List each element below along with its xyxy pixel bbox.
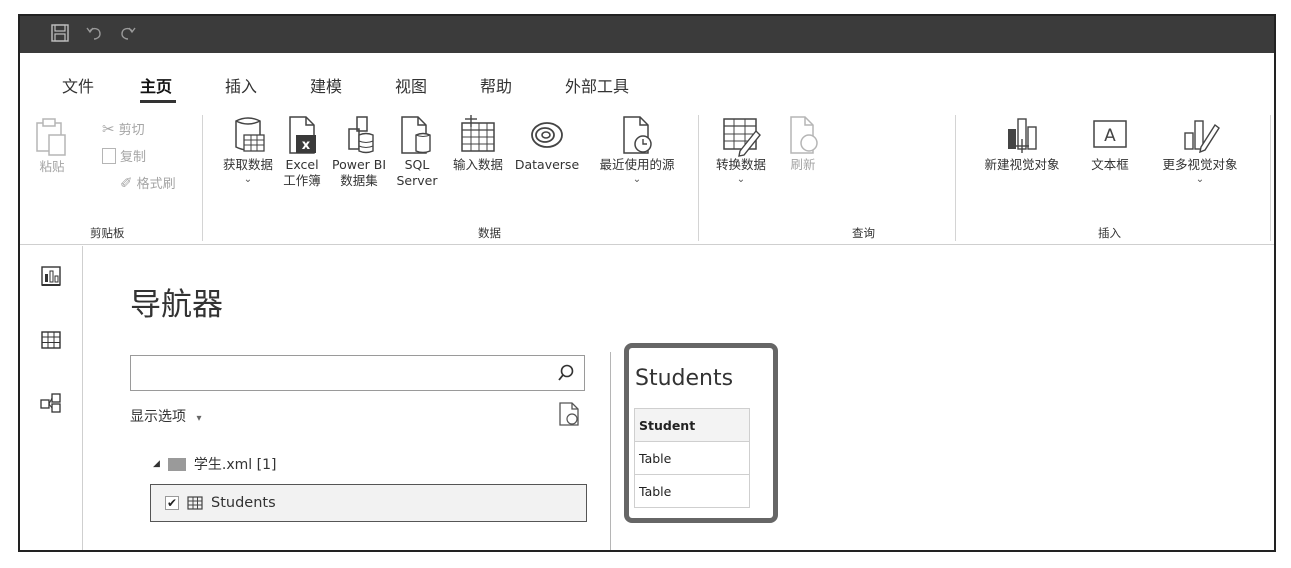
expand-triangle-icon[interactable]: ◢ xyxy=(153,459,160,469)
search-field[interactable] xyxy=(130,355,585,391)
model-view-icon[interactable] xyxy=(39,391,63,415)
chevron-down-icon: ⌄ xyxy=(243,174,253,185)
svg-text:A: A xyxy=(1104,126,1116,146)
sql-server-icon xyxy=(401,116,431,154)
preview-panel: Students Student Table Table xyxy=(624,343,778,523)
page-title: 导航器 xyxy=(130,287,223,323)
tab-external-tools[interactable]: 外部工具 xyxy=(565,73,629,97)
preview-table: Student Table Table xyxy=(634,408,750,508)
svg-text:x: x xyxy=(302,138,311,153)
group-label-data: 数据 xyxy=(478,226,501,240)
text-box-icon: A xyxy=(1093,120,1127,148)
chevron-down-icon: ⌄ xyxy=(632,174,642,185)
folder-label: 学生.xml [1] xyxy=(193,457,277,473)
scissors-icon: ✂ xyxy=(102,119,115,138)
pane-divider[interactable] xyxy=(610,352,611,550)
group-label-clipboard: 剪贴板 xyxy=(90,226,125,240)
group-separator xyxy=(1270,115,1271,241)
cut-button[interactable]: ✂ 剪切 xyxy=(102,119,145,139)
transform-data-icon xyxy=(723,118,761,157)
powerbi-dataset-button[interactable]: Power BI 数据集 xyxy=(326,113,392,189)
redo-icon[interactable] xyxy=(118,23,138,43)
dataset-icon xyxy=(348,116,374,154)
excel-icon: x xyxy=(289,116,316,154)
tree-folder-row[interactable]: ◢ 学生.xml [1] xyxy=(153,452,276,476)
get-data-button[interactable]: 获取数据 ⌄ xyxy=(216,113,280,187)
item-label: Students xyxy=(211,495,276,511)
tab-help[interactable]: 帮助 xyxy=(480,73,512,97)
tab-view[interactable]: 视图 xyxy=(395,73,427,97)
table-icon xyxy=(187,496,203,510)
tab-file[interactable]: 文件 xyxy=(62,73,94,97)
format-painter-icon: ✐ xyxy=(120,173,133,192)
copy-icon xyxy=(102,147,116,164)
transform-data-button[interactable]: 转换数据 ⌄ xyxy=(706,113,776,187)
recent-sources-icon xyxy=(623,116,652,154)
table-cell[interactable]: Table xyxy=(634,441,750,475)
format-painter-button[interactable]: ✐ 格式刷 xyxy=(120,173,176,193)
new-visual-button[interactable]: 新建视觉对象 xyxy=(965,113,1079,173)
group-label-query: 查询 xyxy=(852,226,875,240)
data-view-icon[interactable] xyxy=(39,328,63,352)
title-bar xyxy=(20,16,1274,53)
preview-title: Students xyxy=(635,366,734,391)
more-visuals-button[interactable]: 更多视觉对象 ⌄ xyxy=(1140,113,1260,187)
chevron-down-icon: ▾ xyxy=(196,413,202,424)
display-options-dropdown[interactable]: 显示选项 ▾ xyxy=(130,406,201,426)
dataverse-button[interactable]: Dataverse xyxy=(512,113,582,173)
enter-data-table-icon xyxy=(461,115,495,152)
folder-icon xyxy=(167,457,186,471)
new-visual-icon xyxy=(1008,118,1037,153)
group-separator xyxy=(202,115,203,241)
menu-bar: 文件 主页 插入 建模 视图 帮助 外部工具 xyxy=(20,53,1274,109)
search-input[interactable] xyxy=(131,356,541,388)
tab-insert[interactable]: 插入 xyxy=(225,73,257,97)
sql-server-button[interactable]: SQL Server xyxy=(392,113,442,189)
table-cell[interactable]: Table xyxy=(634,474,750,508)
refresh-button[interactable]: 刷新 xyxy=(780,113,826,173)
excel-workbook-button[interactable]: x Excel 工作簿 xyxy=(278,113,326,189)
refresh-preview-icon[interactable] xyxy=(557,400,581,428)
tab-modeling[interactable]: 建模 xyxy=(310,73,342,97)
chevron-down-icon: ⌄ xyxy=(1195,174,1205,185)
chevron-down-icon: ⌄ xyxy=(736,174,746,185)
active-tab-indicator xyxy=(140,100,176,103)
search-icon[interactable] xyxy=(556,363,576,383)
report-view-icon[interactable] xyxy=(39,264,63,288)
paste-button[interactable]: 粘贴 xyxy=(30,115,74,175)
dataverse-icon xyxy=(531,122,563,148)
copy-button[interactable]: 复制 xyxy=(102,146,146,165)
ribbon: 粘贴 ✂ 剪切 复制 ✐ 格式刷 剪贴板 获取数据 ⌄ x Excel 工作簿 xyxy=(20,109,1274,245)
column-header[interactable]: Student xyxy=(634,408,750,442)
group-label-insert: 插入 xyxy=(1098,226,1121,240)
table-row: Table xyxy=(634,441,750,475)
refresh-icon xyxy=(790,116,818,154)
save-icon[interactable] xyxy=(50,23,70,43)
database-icon xyxy=(235,117,265,152)
group-separator xyxy=(955,115,956,241)
app-window: 文件 主页 插入 建模 视图 帮助 外部工具 粘贴 ✂ 剪切 复制 ✐ 格式刷 … xyxy=(18,14,1276,552)
recent-sources-button[interactable]: 最近使用的源 ⌄ xyxy=(585,113,689,187)
text-box-button[interactable]: A 文本框 xyxy=(1083,113,1137,173)
table-row: Table xyxy=(634,474,750,508)
item-checkbox[interactable]: ✔ xyxy=(165,496,179,510)
tree-item-students[interactable]: ✔ Students xyxy=(150,484,587,522)
tab-home[interactable]: 主页 xyxy=(140,73,172,97)
more-visuals-icon xyxy=(1184,120,1220,154)
paste-icon xyxy=(36,118,66,156)
left-view-rail xyxy=(20,246,83,550)
undo-icon[interactable] xyxy=(84,23,104,43)
enter-data-button[interactable]: 输入数据 xyxy=(445,113,511,173)
group-separator xyxy=(698,115,699,241)
